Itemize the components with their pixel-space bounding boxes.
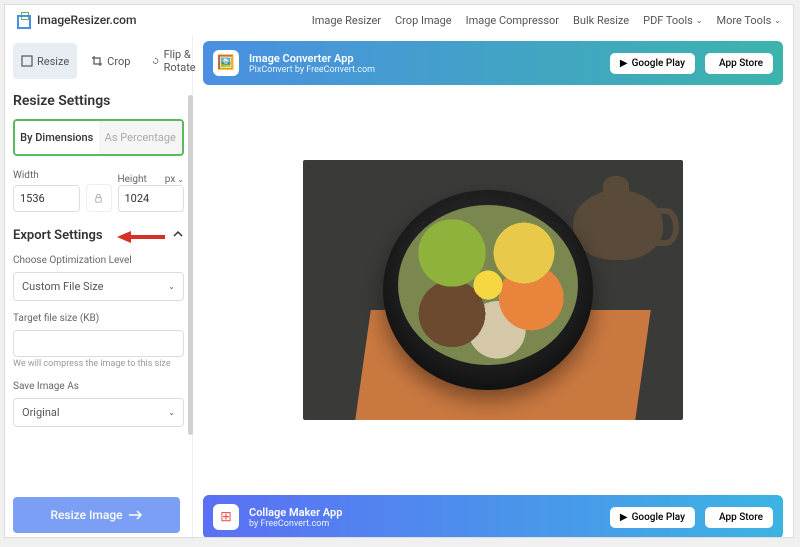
resize-icon [21, 55, 33, 67]
ad-subtitle: by FreeConvert.com [249, 519, 600, 529]
logo[interactable]: ImageResizer.com [17, 12, 136, 28]
unit-select[interactable]: px⌄ [165, 174, 184, 185]
ad-banner-top[interactable]: 🖼️ Image Converter App PixConvert by Fre… [203, 41, 783, 85]
tool-crop[interactable]: Crop [83, 43, 138, 79]
google-play-icon: ▶ [620, 58, 628, 69]
target-size-label: Target file size (KB) [13, 313, 184, 324]
ad-app-icon: 🖼️ [213, 50, 239, 76]
app-store-button[interactable]: App Store [705, 53, 773, 74]
nav-bulk-resize[interactable]: Bulk Resize [573, 14, 629, 27]
annotation-arrow [117, 229, 167, 245]
google-play-button[interactable]: ▶Google Play [610, 507, 695, 528]
sidebar: Resize Crop Flip & Rotate Resize Setting… [5, 35, 193, 537]
height-input[interactable] [118, 185, 185, 212]
ad-title: Image Converter App [249, 52, 600, 65]
nav-more-tools[interactable]: More Tools⌄ [717, 14, 781, 27]
ad-app-icon: ⊞ [213, 504, 239, 530]
topbar: ImageResizer.com Image Resizer Crop Imag… [5, 5, 793, 35]
chevron-down-icon: ⌄ [168, 282, 175, 291]
image-preview [303, 105, 683, 475]
tab-by-dimensions[interactable]: By Dimensions [15, 121, 99, 154]
chevron-up-icon [172, 228, 184, 240]
width-input[interactable] [13, 185, 80, 212]
chevron-down-icon: ⌄ [696, 16, 703, 25]
lock-icon [93, 193, 104, 204]
google-play-button[interactable]: ▶Google Play [610, 53, 695, 74]
chevron-down-icon: ⌄ [177, 175, 184, 184]
target-size-input[interactable] [13, 330, 184, 357]
sidebar-scrollbar[interactable] [188, 95, 193, 435]
chevron-down-icon: ⌄ [774, 16, 781, 25]
resize-mode-tabs: By Dimensions As Percentage [13, 119, 184, 156]
app-store-button[interactable]: App Store [705, 507, 773, 528]
tab-as-percentage[interactable]: As Percentage [99, 121, 183, 154]
height-label: Height [118, 174, 147, 185]
tool-resize[interactable]: Resize [13, 43, 77, 79]
resize-settings-title: Resize Settings [13, 93, 184, 109]
nav-pdf-tools[interactable]: PDF Tools⌄ [643, 14, 702, 27]
tool-flip-rotate[interactable]: Flip & Rotate [144, 43, 208, 79]
chevron-down-icon: ⌄ [168, 408, 175, 417]
ad-title: Collage Maker App [249, 506, 600, 519]
content-area: 🖼️ Image Converter App PixConvert by Fre… [193, 35, 793, 537]
ad-subtitle: PixConvert by FreeConvert.com [249, 65, 600, 75]
tool-tabs: Resize Crop Flip & Rotate [13, 43, 184, 79]
export-settings-title: Export Settings [13, 228, 103, 243]
save-as-select[interactable]: Original ⌄ [13, 398, 184, 427]
optimization-select[interactable]: Custom File Size ⌄ [13, 272, 184, 301]
nav-crop-image[interactable]: Crop Image [395, 14, 452, 27]
resize-image-button[interactable]: Resize Image [13, 497, 180, 533]
collapse-export-button[interactable] [172, 228, 184, 243]
brand-name: ImageResizer.com [37, 13, 136, 27]
lock-aspect-button[interactable] [86, 184, 112, 212]
top-nav: Image Resizer Crop Image Image Compresso… [312, 14, 781, 27]
width-label: Width [13, 170, 80, 181]
optimization-label: Choose Optimization Level [13, 255, 184, 266]
nav-image-compressor[interactable]: Image Compressor [466, 14, 559, 27]
target-size-hint: We will compress the image to this size [13, 359, 184, 369]
save-as-label: Save Image As [13, 381, 184, 392]
nav-image-resizer[interactable]: Image Resizer [312, 14, 381, 27]
logo-icon [17, 12, 33, 28]
preview-image[interactable] [303, 160, 683, 420]
crop-icon [91, 55, 103, 67]
rotate-icon [152, 55, 159, 67]
google-play-icon: ▶ [620, 512, 628, 523]
ad-banner-bottom[interactable]: ⊞ Collage Maker App by FreeConvert.com ▶… [203, 495, 783, 537]
arrow-right-icon [129, 510, 143, 520]
